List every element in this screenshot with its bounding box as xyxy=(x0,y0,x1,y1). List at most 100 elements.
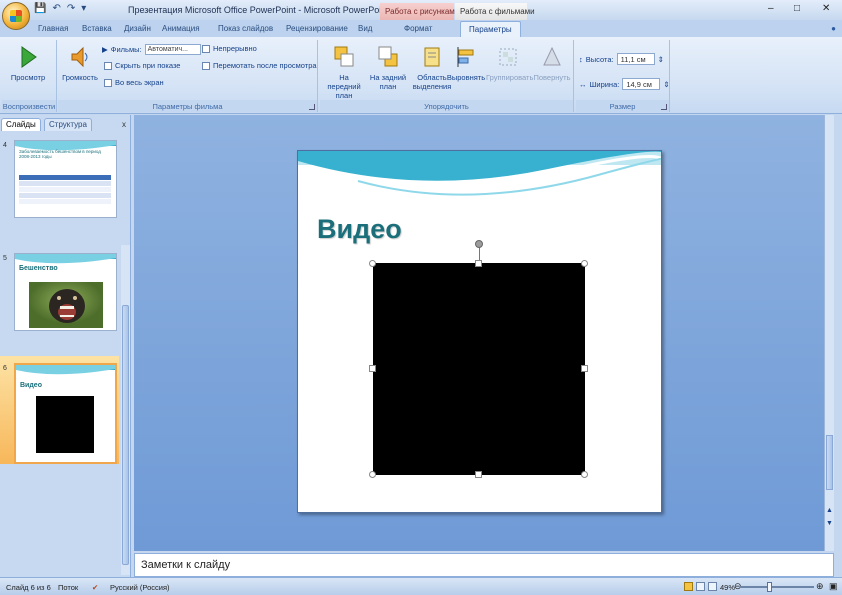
width-row: ↔ Ширина: 14,9 см ⇕ xyxy=(579,78,670,90)
resize-handle-n[interactable] xyxy=(475,260,482,267)
fit-to-window-icon[interactable]: ▣ xyxy=(829,581,838,592)
slide-thumbnail-6[interactable]: 6 Видео xyxy=(2,363,118,464)
slide-counter: Слайд 6 из 6 xyxy=(6,583,51,592)
tab-insert[interactable]: Вставка xyxy=(82,24,112,33)
prev-slide-icon[interactable]: ▲ xyxy=(826,507,833,514)
undo-icon[interactable]: ↶ xyxy=(52,3,60,14)
zoom-slider-knob[interactable] xyxy=(767,582,772,592)
thumbnail-title: Бешенство xyxy=(19,265,58,272)
thumbnail-image: Видео xyxy=(14,363,117,464)
align-button[interactable]: Выровнять xyxy=(444,42,488,96)
width-label: Ширина: xyxy=(589,79,620,89)
dialog-launcher-icon[interactable] xyxy=(309,104,315,110)
send-to-back-button[interactable]: На задний план xyxy=(366,42,410,96)
main-vertical-scrollbar[interactable]: ▲ ▼ xyxy=(824,115,834,551)
close-icon[interactable]: x xyxy=(122,120,126,129)
pane-tabs: Слайды Структура x xyxy=(0,117,131,131)
save-icon[interactable]: 💾 xyxy=(34,3,46,14)
loop-checkbox[interactable]: Непрерывно xyxy=(202,44,257,53)
tab-slides[interactable]: Слайды xyxy=(1,118,41,131)
send-back-label: На задний план xyxy=(369,73,407,91)
spellcheck-icon[interactable]: ✔ xyxy=(92,583,98,592)
tab-slideshow[interactable]: Показ слайдов xyxy=(218,24,273,33)
slide-number: 5 xyxy=(3,255,7,262)
spin-arrows-icon[interactable]: ⇕ xyxy=(663,80,669,89)
slide-thumbnail-5[interactable]: 5 Бешенство xyxy=(2,253,118,335)
hide-during-show-checkbox[interactable]: Скрыть при показе xyxy=(104,61,180,70)
close-button[interactable]: ✕ xyxy=(822,3,830,14)
tab-design[interactable]: Дизайн xyxy=(124,24,151,33)
preview-button[interactable]: Просмотр xyxy=(6,42,50,96)
volume-button[interactable]: Громкость xyxy=(58,42,102,96)
send-back-icon xyxy=(378,46,398,67)
resize-handle-se[interactable] xyxy=(581,471,588,478)
normal-view-icon[interactable] xyxy=(684,582,693,591)
dialog-launcher-icon[interactable] xyxy=(661,104,667,110)
zoom-level[interactable]: 49% xyxy=(720,583,735,592)
tab-outline[interactable]: Структура xyxy=(44,118,92,131)
width-icon: ↔ xyxy=(579,79,587,89)
group-label-play: Воспроизвести xyxy=(2,100,56,112)
hide-label: Скрыть при показе xyxy=(115,61,181,70)
slide-sorter-icon[interactable] xyxy=(696,582,705,591)
tab-animation[interactable]: Анимация xyxy=(162,24,200,33)
fullscreen-checkbox[interactable]: Во весь экран xyxy=(104,78,164,87)
tab-view[interactable]: Вид xyxy=(358,24,372,33)
help-icon[interactable]: ● xyxy=(831,24,836,33)
slides-scrollbar[interactable] xyxy=(121,245,130,575)
thumbnail-title: Видео xyxy=(20,382,42,389)
group-label-size: Размер xyxy=(576,100,669,112)
zoom-slider[interactable] xyxy=(740,586,814,588)
loop-label: Непрерывно xyxy=(213,44,257,53)
group-objects-button[interactable]: Группировать xyxy=(486,42,533,96)
width-input[interactable]: 14,9 см xyxy=(622,78,661,90)
context-tab-picture-tools: Работа с рисунками xyxy=(380,3,459,20)
checkbox-icon xyxy=(104,78,112,87)
resize-handle-s[interactable] xyxy=(475,471,482,478)
rotate-handle[interactable] xyxy=(475,240,483,248)
selection-pane-icon xyxy=(424,47,440,67)
checkbox-icon xyxy=(202,61,210,70)
slideshow-view-icon[interactable] xyxy=(708,582,717,591)
fullscreen-label: Во весь экран xyxy=(115,78,164,87)
rewind-checkbox[interactable]: Перемотать после просмотра xyxy=(202,61,317,70)
resize-handle-nw[interactable] xyxy=(369,260,376,267)
group-movie-options: Громкость ▶ Фильмы: Автоматич... ▾ Скрыт… xyxy=(58,40,318,112)
customize-qat-icon[interactable]: ▾ xyxy=(81,3,86,14)
group-label-movie-options: Параметры фильма xyxy=(58,100,317,112)
resize-handle-w[interactable] xyxy=(369,365,376,372)
tab-format[interactable]: Формат xyxy=(404,24,432,33)
group-play: Просмотр Воспроизвести xyxy=(2,40,57,112)
video-object[interactable] xyxy=(373,263,585,475)
resize-handle-ne[interactable] xyxy=(581,260,588,267)
tab-review[interactable]: Рецензирование xyxy=(286,24,348,33)
context-tab-movie-tools: Работа с фильмами xyxy=(455,3,535,20)
thumbnail-title: Заболеваемость бешенством в период 2008-… xyxy=(19,149,101,159)
maximize-button[interactable]: □ xyxy=(794,3,800,14)
scrollbar-thumb[interactable] xyxy=(122,305,129,565)
rotate-button[interactable]: Повернуть xyxy=(530,42,574,96)
scrollbar-thumb[interactable] xyxy=(826,435,833,490)
volume-label: Громкость xyxy=(62,73,98,82)
thumbnail-image: Бешенство xyxy=(14,253,117,331)
tab-options[interactable]: Параметры xyxy=(460,21,521,38)
spin-arrows-icon[interactable]: ⇕ xyxy=(658,55,664,64)
rotate-icon xyxy=(543,46,561,66)
play-movie-dropdown[interactable]: Автоматич... xyxy=(144,44,201,55)
office-button[interactable] xyxy=(2,2,30,30)
next-slide-icon[interactable]: ▼ xyxy=(826,520,833,527)
slide-title[interactable]: Видео xyxy=(317,214,402,245)
align-label: Выровнять xyxy=(446,73,486,82)
minimize-button[interactable]: – xyxy=(768,3,774,14)
height-input[interactable]: 11,1 см xyxy=(616,53,655,65)
slide-thumbnail-4[interactable]: 4 Заболеваемость бешенством в период 200… xyxy=(2,140,118,222)
zoom-in-icon[interactable]: ⊕ xyxy=(816,581,824,592)
redo-icon[interactable]: ↷ xyxy=(67,3,75,14)
bring-to-front-button[interactable]: На передний план xyxy=(322,42,366,100)
resize-handle-sw[interactable] xyxy=(369,471,376,478)
play-icon xyxy=(21,46,37,68)
notes-pane[interactable]: Заметки к слайду xyxy=(134,553,834,577)
resize-handle-e[interactable] xyxy=(581,365,588,372)
language-indicator[interactable]: Русский (Россия) xyxy=(110,583,170,592)
tab-home[interactable]: Главная xyxy=(38,24,68,33)
